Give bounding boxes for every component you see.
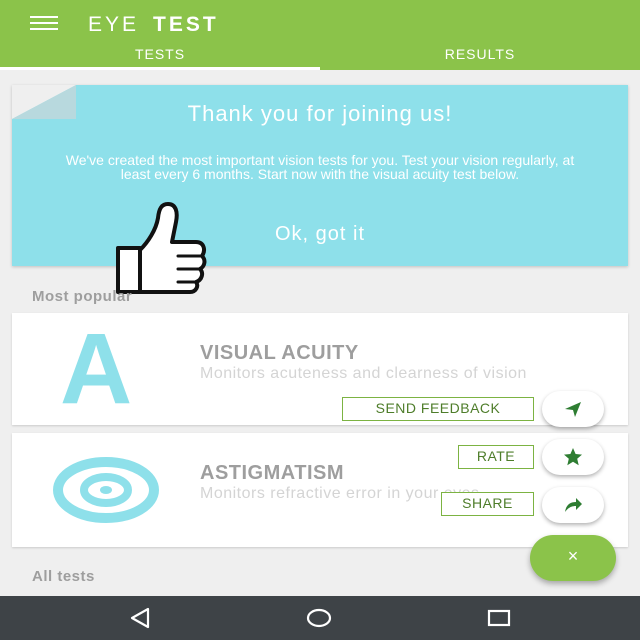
- app-title-light: EYE: [88, 13, 140, 36]
- send-icon: [565, 402, 581, 417]
- section-all-tests: All tests: [32, 568, 95, 585]
- thumbs-up-icon: [116, 202, 207, 294]
- rate-button[interactable]: [542, 439, 604, 475]
- welcome-body: We've created the most important vision …: [65, 152, 575, 182]
- home-icon[interactable]: [306, 606, 332, 630]
- app-title-bold: TEST: [153, 13, 219, 36]
- section-most-popular: Most popular: [32, 288, 133, 305]
- welcome-card: Thank you for joining us! We've created …: [12, 85, 628, 266]
- send-feedback-label[interactable]: SEND FEEDBACK: [342, 397, 534, 421]
- share-label[interactable]: SHARE: [441, 492, 534, 516]
- test-title: ASTIGMATISM: [200, 462, 345, 484]
- send-feedback-button[interactable]: [542, 391, 604, 427]
- target-icon: [53, 457, 159, 523]
- tab-results[interactable]: RESULTS: [320, 46, 640, 62]
- app-title: EYE TEST: [88, 13, 219, 37]
- share-arrow-icon: [565, 498, 582, 512]
- rate-label[interactable]: RATE: [458, 445, 534, 469]
- welcome-title: Thank you for joining us!: [187, 101, 453, 126]
- star-icon: [564, 448, 582, 466]
- close-icon: ×: [567, 546, 579, 566]
- test-card-astigmatism[interactable]: ASTIGMATISM Monitors refractive error in…: [12, 433, 628, 547]
- ok-got-it-button[interactable]: Ok, got it: [12, 223, 628, 246]
- close-fab-button[interactable]: ×: [530, 535, 616, 581]
- share-button[interactable]: [542, 487, 604, 523]
- recents-icon[interactable]: [486, 606, 512, 630]
- letter-a-icon: A: [60, 313, 133, 425]
- test-card-visual-acuity[interactable]: A VISUAL ACUITY Monitors acuteness and c…: [12, 313, 628, 425]
- tab-tests[interactable]: TESTS: [0, 46, 320, 62]
- hamburger-menu-icon[interactable]: [30, 16, 58, 32]
- test-description: Monitors acuteness and clearness of visi…: [200, 365, 527, 382]
- test-title: VISUAL ACUITY: [200, 342, 359, 364]
- back-icon[interactable]: [128, 606, 154, 630]
- tab-indicator: [0, 67, 320, 70]
- system-nav-bar: [0, 596, 640, 640]
- app-bar: EYE TEST TESTS RESULTS: [0, 0, 640, 70]
